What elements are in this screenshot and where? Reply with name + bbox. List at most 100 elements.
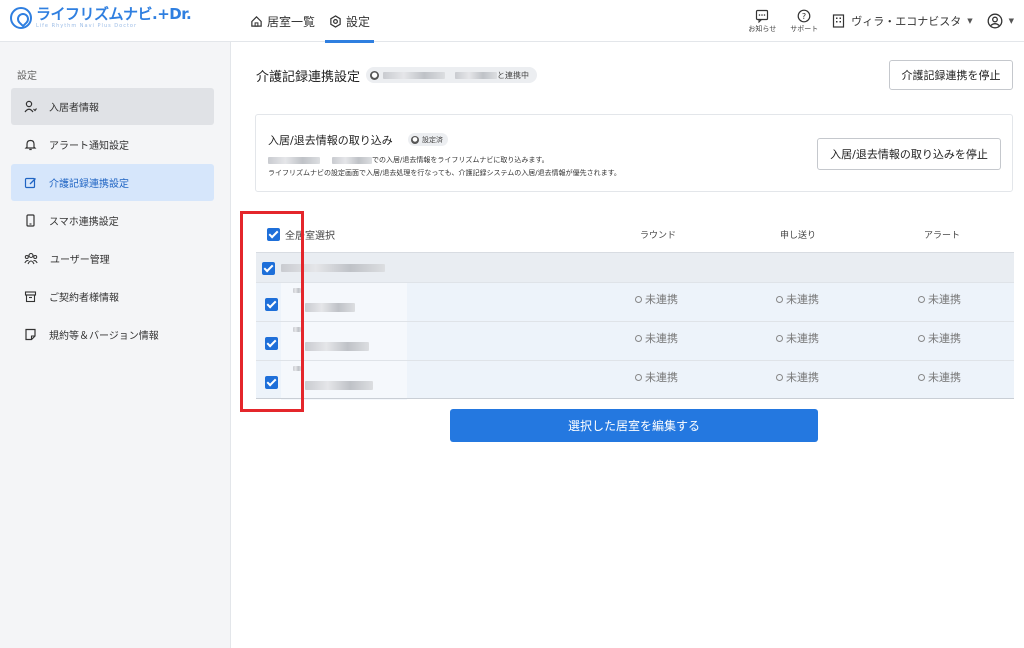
- logo-mark-icon: [10, 7, 32, 29]
- stop-import-button[interactable]: 入居/退去情報の取り込みを停止: [817, 138, 1001, 170]
- link-edit-icon: [24, 177, 36, 189]
- app-header: ライフリズムナビ.+Dr. Life Rhythm Navi Plus Doct…: [0, 0, 1024, 43]
- status-handover: 未連携: [776, 369, 819, 385]
- status-handover-text: 未連携: [786, 293, 819, 306]
- stop-care-record-link-button[interactable]: 介護記録連携を停止: [889, 60, 1013, 90]
- circle-icon: [776, 295, 783, 303]
- room-table-header: 全居室選択 ラウンド 申し送り アラート: [256, 212, 1014, 252]
- highlight-annotation-box: [240, 211, 304, 412]
- link-status-icon: ●: [370, 70, 379, 80]
- sidebar-item-alert-settings[interactable]: アラート通知設定: [11, 126, 214, 163]
- redacted-system-name: [455, 71, 497, 79]
- import-description-1: での入居/退去情報をライフリズムナビに取り込みます。: [268, 155, 549, 165]
- table-row: 未連携 未連携 未連携: [256, 282, 1014, 322]
- redacted-resident-name: [305, 303, 355, 312]
- circle-icon: [918, 373, 925, 381]
- sidebar-item-contract-info[interactable]: ご契約者様情報: [11, 278, 214, 315]
- circle-icon: [776, 334, 783, 342]
- redacted-system-name: [383, 71, 445, 79]
- nav-room-list[interactable]: 居室一覧: [246, 0, 319, 42]
- status-round: 未連携: [635, 330, 678, 346]
- status-round-text: 未連携: [645, 332, 678, 345]
- column-alert: アラート: [924, 231, 961, 241]
- status-alert: 未連携: [918, 369, 961, 385]
- user-menu[interactable]: ▼: [987, 13, 1014, 29]
- redacted-resident-name: [305, 381, 373, 390]
- chevron-down-icon: ▼: [967, 17, 973, 25]
- import-title: 入居/退去情報の取り込み: [268, 134, 393, 147]
- chevron-down-icon: ▼: [1008, 17, 1014, 25]
- table-row: 未連携 未連携 未連携: [256, 321, 1014, 361]
- circle-icon: [776, 373, 783, 381]
- status-alert-text: 未連携: [928, 332, 961, 345]
- document-icon: [25, 328, 36, 341]
- import-description-2: ライフリズムナビの設定画面で入居/退去処理を行なっても、介護記録システムの入居/…: [268, 169, 621, 177]
- phone-icon: [26, 214, 35, 227]
- sidebar-item-resident-info[interactable]: 入居者情報: [11, 88, 214, 125]
- sidebar-item-label: 規約等＆バージョン情報: [49, 331, 159, 342]
- bell-icon: [24, 139, 37, 151]
- redacted-resident-name: [305, 342, 369, 351]
- user-circle-icon: [987, 13, 1003, 29]
- notifications-button[interactable]: お知らせ: [748, 9, 776, 34]
- logo-subtext: Life Rhythm Navi Plus Doctor: [36, 23, 138, 29]
- notifications-label: お知らせ: [748, 24, 777, 33]
- sidebar-section-title: 設定: [17, 71, 37, 82]
- resident-icon: [24, 100, 37, 113]
- nav-settings[interactable]: 設定: [325, 0, 375, 43]
- logo-text: ライフリズムナビ.+Dr.: [36, 5, 192, 23]
- circle-icon: [918, 295, 925, 303]
- redacted-system-name: [268, 156, 320, 164]
- status-alert: 未連携: [918, 330, 961, 346]
- status-round: 未連携: [635, 369, 678, 385]
- users-icon: [24, 252, 38, 265]
- facility-name: ヴィラ・エコナビスタ: [851, 15, 962, 28]
- column-handover: 申し送り: [780, 231, 817, 241]
- nav-settings-label: 設定: [346, 14, 371, 29]
- column-round: ラウンド: [640, 231, 677, 241]
- status-alert-text: 未連携: [928, 371, 961, 384]
- facility-selector[interactable]: ヴィラ・エコナビスタ ▼: [832, 13, 973, 29]
- circle-icon: [635, 334, 642, 342]
- circle-icon: [635, 295, 642, 303]
- redacted-system-name: [332, 156, 372, 164]
- building-icon: [833, 14, 845, 28]
- sidebar-item-label: 入居者情報: [49, 103, 99, 114]
- sidebar-item-label: ご契約者様情報: [49, 293, 119, 304]
- nav-room-list-label: 居室一覧: [267, 14, 316, 29]
- status-round-text: 未連携: [645, 371, 678, 384]
- contract-icon: [24, 291, 37, 303]
- support-button[interactable]: ? サポート: [790, 9, 818, 34]
- table-bottom-border: [256, 398, 1014, 399]
- edit-selected-rooms-button[interactable]: 選択した居室を編集する: [450, 409, 818, 442]
- sidebar-item-smartphone-link[interactable]: スマホ連携設定: [11, 202, 214, 239]
- status-alert: 未連携: [918, 291, 961, 307]
- sidebar-item-terms-version[interactable]: 規約等＆バージョン情報: [11, 316, 214, 353]
- status-round: 未連携: [635, 291, 678, 307]
- svg-text:?: ?: [802, 12, 806, 21]
- table-row: 未連携 未連携 未連携: [256, 360, 1014, 400]
- import-description-1-text: での入居/退去情報をライフリズムナビに取り込みます。: [372, 156, 549, 164]
- message-icon: [756, 9, 769, 23]
- top-nav: 居室一覧 設定: [246, 0, 380, 43]
- link-status-text: と連携中: [497, 70, 529, 80]
- import-settings-card: 入居/退去情報の取り込み ● 設定済 での入居/退去情報をライフリズムナビに取り…: [255, 114, 1013, 192]
- settings-done-icon: ●: [411, 135, 419, 144]
- status-handover: 未連携: [776, 330, 819, 346]
- sidebar-item-label: 介護記録連携設定: [49, 179, 129, 190]
- import-status-badge: ● 設定済: [408, 133, 448, 146]
- circle-icon: [635, 373, 642, 381]
- app-logo[interactable]: ライフリズムナビ.+Dr. Life Rhythm Navi Plus Doct…: [10, 5, 192, 29]
- sidebar-item-care-record-link[interactable]: 介護記録連携設定: [11, 164, 214, 201]
- status-round-text: 未連携: [645, 293, 678, 306]
- sidebar-item-user-management[interactable]: ユーザー管理: [11, 240, 214, 277]
- home-icon: [251, 15, 262, 27]
- status-handover: 未連携: [776, 291, 819, 307]
- status-alert-text: 未連携: [928, 293, 961, 306]
- help-icon: ?: [797, 9, 811, 22]
- sidebar-item-label: ユーザー管理: [50, 255, 110, 266]
- import-status-text: 設定済: [422, 135, 443, 144]
- main-content: 介護記録連携設定 ● と連携中 介護記録連携を停止 入居/退去情報の取り込み ●…: [232, 42, 1024, 648]
- support-label: サポート: [790, 24, 819, 33]
- sidebar: 設定 入居者情報 アラート通知設定 介護記録連携設定 スマホ連携設定 ユーザー管…: [0, 42, 231, 648]
